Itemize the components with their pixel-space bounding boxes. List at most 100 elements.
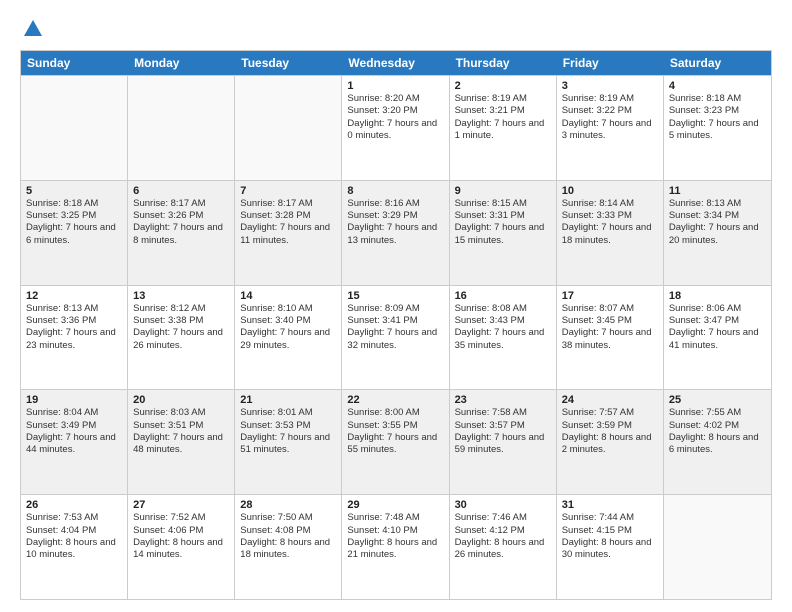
sunset-text: Sunset: 3:31 PM: [455, 210, 551, 222]
calendar-cell: [21, 76, 128, 180]
sunrise-text: Sunrise: 8:01 AM: [240, 407, 336, 419]
calendar-cell: 20 Sunrise: 8:03 AM Sunset: 3:51 PM Dayl…: [128, 390, 235, 494]
sunrise-text: Sunrise: 7:44 AM: [562, 512, 658, 524]
calendar-cell: 21 Sunrise: 8:01 AM Sunset: 3:53 PM Dayl…: [235, 390, 342, 494]
sunrise-text: Sunrise: 8:15 AM: [455, 198, 551, 210]
calendar-cell: 13 Sunrise: 8:12 AM Sunset: 3:38 PM Dayl…: [128, 286, 235, 390]
day-number: 29: [347, 499, 443, 511]
calendar-row: 26 Sunrise: 7:53 AM Sunset: 4:04 PM Dayl…: [21, 494, 771, 599]
sunset-text: Sunset: 3:47 PM: [669, 315, 766, 327]
daylight-text: Daylight: 8 hours and 21 minutes.: [347, 537, 443, 562]
sunrise-text: Sunrise: 8:16 AM: [347, 198, 443, 210]
daylight-text: Daylight: 8 hours and 30 minutes.: [562, 537, 658, 562]
sunrise-text: Sunrise: 8:04 AM: [26, 407, 122, 419]
daylight-text: Daylight: 7 hours and 44 minutes.: [26, 432, 122, 457]
calendar-cell: 29 Sunrise: 7:48 AM Sunset: 4:10 PM Dayl…: [342, 495, 449, 599]
sunset-text: Sunset: 3:38 PM: [133, 315, 229, 327]
day-number: 4: [669, 80, 766, 92]
sunrise-text: Sunrise: 8:19 AM: [455, 93, 551, 105]
sunrise-text: Sunrise: 8:19 AM: [562, 93, 658, 105]
daylight-text: Daylight: 7 hours and 6 minutes.: [26, 222, 122, 247]
calendar: SundayMondayTuesdayWednesdayThursdayFrid…: [20, 50, 772, 600]
sunset-text: Sunset: 3:59 PM: [562, 420, 658, 432]
sunrise-text: Sunrise: 8:18 AM: [26, 198, 122, 210]
daylight-text: Daylight: 7 hours and 11 minutes.: [240, 222, 336, 247]
calendar-cell: 10 Sunrise: 8:14 AM Sunset: 3:33 PM Dayl…: [557, 181, 664, 285]
daylight-text: Daylight: 7 hours and 41 minutes.: [669, 327, 766, 352]
sunset-text: Sunset: 3:21 PM: [455, 105, 551, 117]
sunrise-text: Sunrise: 8:18 AM: [669, 93, 766, 105]
calendar-cell: 14 Sunrise: 8:10 AM Sunset: 3:40 PM Dayl…: [235, 286, 342, 390]
day-of-week-thursday: Thursday: [450, 51, 557, 75]
sunset-text: Sunset: 3:55 PM: [347, 420, 443, 432]
calendar-cell: 11 Sunrise: 8:13 AM Sunset: 3:34 PM Dayl…: [664, 181, 771, 285]
day-number: 21: [240, 394, 336, 406]
day-number: 26: [26, 499, 122, 511]
sunrise-text: Sunrise: 7:48 AM: [347, 512, 443, 524]
day-number: 24: [562, 394, 658, 406]
day-of-week-tuesday: Tuesday: [235, 51, 342, 75]
calendar-cell: 15 Sunrise: 8:09 AM Sunset: 3:41 PM Dayl…: [342, 286, 449, 390]
sunrise-text: Sunrise: 8:00 AM: [347, 407, 443, 419]
calendar-cell: 1 Sunrise: 8:20 AM Sunset: 3:20 PM Dayli…: [342, 76, 449, 180]
day-number: 25: [669, 394, 766, 406]
day-number: 27: [133, 499, 229, 511]
sunset-text: Sunset: 3:45 PM: [562, 315, 658, 327]
day-number: 31: [562, 499, 658, 511]
sunrise-text: Sunrise: 7:58 AM: [455, 407, 551, 419]
calendar-cell: 19 Sunrise: 8:04 AM Sunset: 3:49 PM Dayl…: [21, 390, 128, 494]
sunrise-text: Sunrise: 8:12 AM: [133, 303, 229, 315]
sunrise-text: Sunrise: 8:17 AM: [240, 198, 336, 210]
daylight-text: Daylight: 8 hours and 2 minutes.: [562, 432, 658, 457]
sunset-text: Sunset: 3:36 PM: [26, 315, 122, 327]
calendar-cell: 16 Sunrise: 8:08 AM Sunset: 3:43 PM Dayl…: [450, 286, 557, 390]
day-number: 15: [347, 290, 443, 302]
sunrise-text: Sunrise: 8:09 AM: [347, 303, 443, 315]
calendar-cell: 25 Sunrise: 7:55 AM Sunset: 4:02 PM Dayl…: [664, 390, 771, 494]
calendar-cell: 18 Sunrise: 8:06 AM Sunset: 3:47 PM Dayl…: [664, 286, 771, 390]
day-number: 10: [562, 185, 658, 197]
sunrise-text: Sunrise: 8:17 AM: [133, 198, 229, 210]
calendar-header: SundayMondayTuesdayWednesdayThursdayFrid…: [21, 51, 771, 75]
calendar-cell: 24 Sunrise: 7:57 AM Sunset: 3:59 PM Dayl…: [557, 390, 664, 494]
sunrise-text: Sunrise: 8:20 AM: [347, 93, 443, 105]
sunset-text: Sunset: 3:22 PM: [562, 105, 658, 117]
calendar-cell: 8 Sunrise: 8:16 AM Sunset: 3:29 PM Dayli…: [342, 181, 449, 285]
daylight-text: Daylight: 7 hours and 26 minutes.: [133, 327, 229, 352]
calendar-cell: 23 Sunrise: 7:58 AM Sunset: 3:57 PM Dayl…: [450, 390, 557, 494]
sunset-text: Sunset: 3:26 PM: [133, 210, 229, 222]
calendar-cell: 31 Sunrise: 7:44 AM Sunset: 4:15 PM Dayl…: [557, 495, 664, 599]
calendar-cell: 22 Sunrise: 8:00 AM Sunset: 3:55 PM Dayl…: [342, 390, 449, 494]
calendar-cell: 30 Sunrise: 7:46 AM Sunset: 4:12 PM Dayl…: [450, 495, 557, 599]
sunrise-text: Sunrise: 8:08 AM: [455, 303, 551, 315]
daylight-text: Daylight: 7 hours and 0 minutes.: [347, 118, 443, 143]
day-of-week-friday: Friday: [557, 51, 664, 75]
calendar-body: 1 Sunrise: 8:20 AM Sunset: 3:20 PM Dayli…: [21, 75, 771, 599]
calendar-cell: [664, 495, 771, 599]
daylight-text: Daylight: 7 hours and 48 minutes.: [133, 432, 229, 457]
sunset-text: Sunset: 4:08 PM: [240, 525, 336, 537]
sunset-text: Sunset: 3:34 PM: [669, 210, 766, 222]
day-number: 11: [669, 185, 766, 197]
daylight-text: Daylight: 7 hours and 32 minutes.: [347, 327, 443, 352]
logo: [20, 16, 44, 40]
sunrise-text: Sunrise: 8:13 AM: [26, 303, 122, 315]
sunrise-text: Sunrise: 7:46 AM: [455, 512, 551, 524]
daylight-text: Daylight: 7 hours and 35 minutes.: [455, 327, 551, 352]
header: [20, 16, 772, 40]
day-number: 30: [455, 499, 551, 511]
day-number: 7: [240, 185, 336, 197]
daylight-text: Daylight: 7 hours and 15 minutes.: [455, 222, 551, 247]
day-number: 8: [347, 185, 443, 197]
logo-icon: [22, 18, 44, 40]
sunset-text: Sunset: 4:10 PM: [347, 525, 443, 537]
day-number: 28: [240, 499, 336, 511]
calendar-cell: 5 Sunrise: 8:18 AM Sunset: 3:25 PM Dayli…: [21, 181, 128, 285]
sunset-text: Sunset: 3:41 PM: [347, 315, 443, 327]
day-of-week-sunday: Sunday: [21, 51, 128, 75]
day-number: 3: [562, 80, 658, 92]
daylight-text: Daylight: 8 hours and 10 minutes.: [26, 537, 122, 562]
day-of-week-saturday: Saturday: [664, 51, 771, 75]
sunset-text: Sunset: 4:15 PM: [562, 525, 658, 537]
day-number: 12: [26, 290, 122, 302]
